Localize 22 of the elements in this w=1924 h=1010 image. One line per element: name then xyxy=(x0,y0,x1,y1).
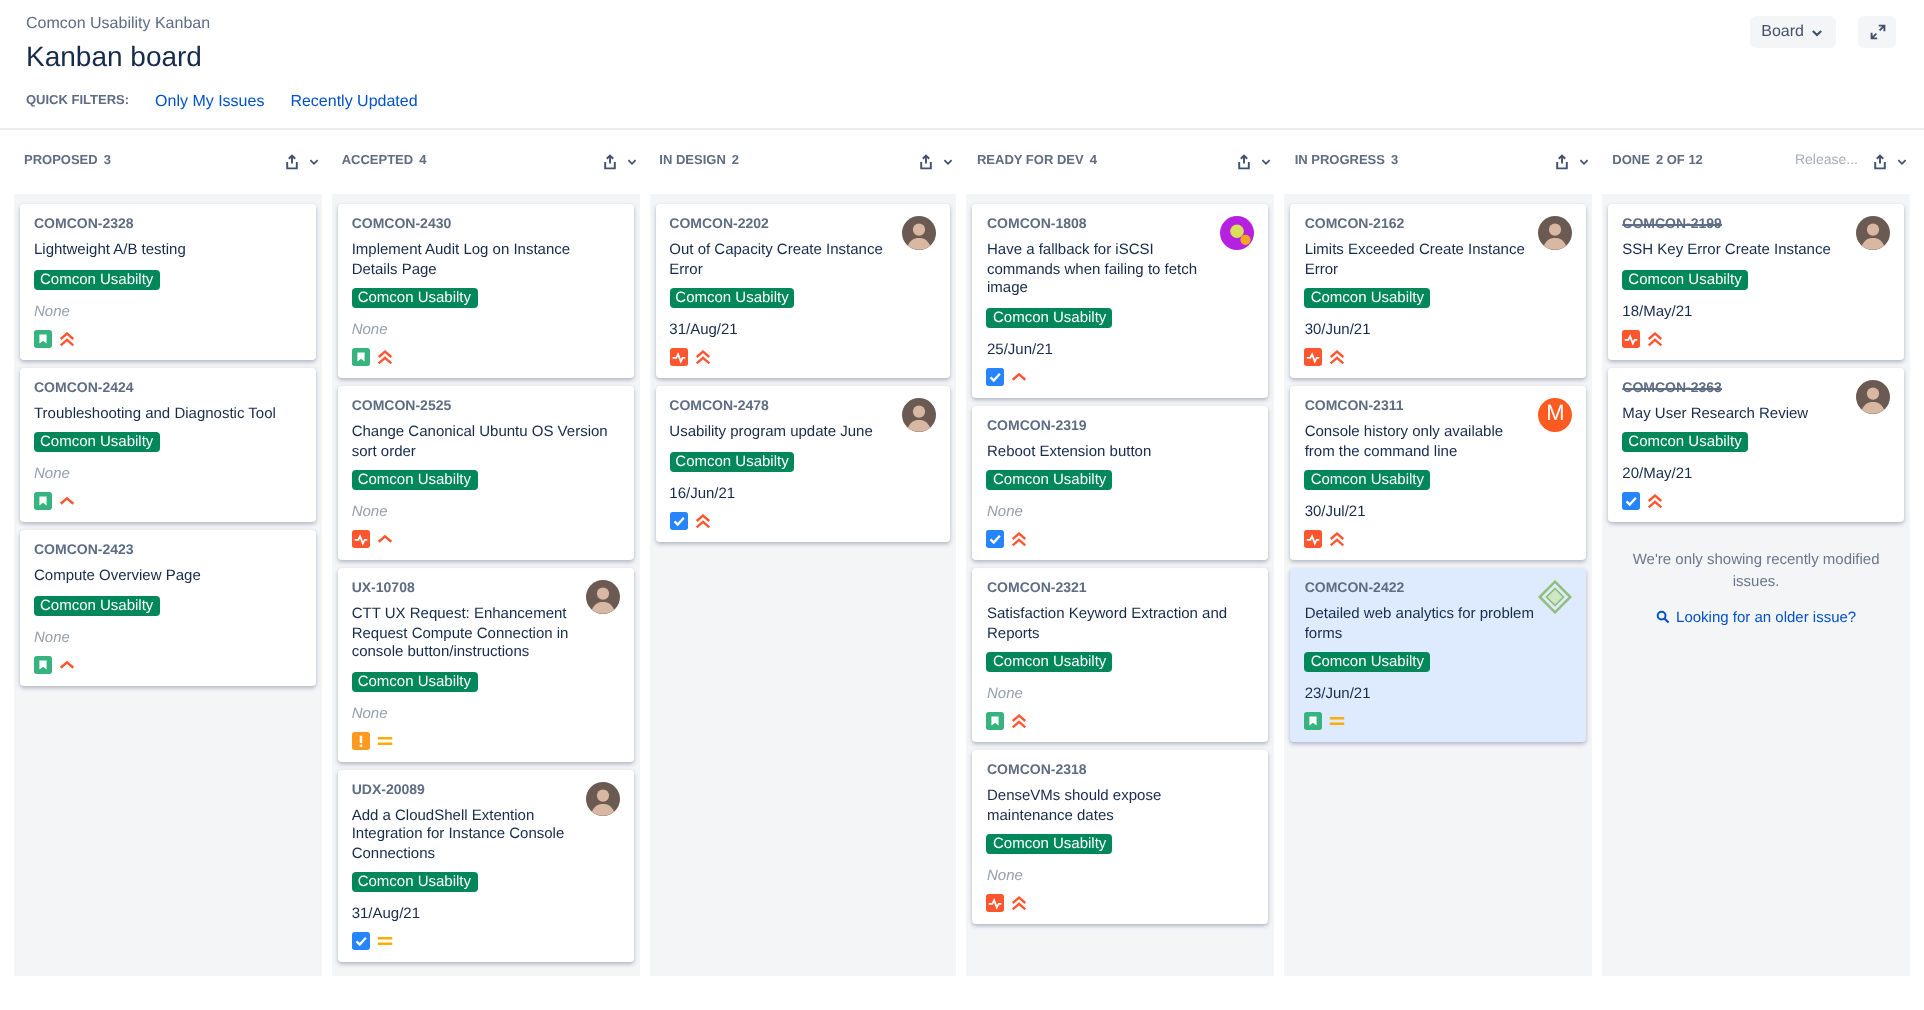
share-icon[interactable] xyxy=(601,154,618,170)
chevron-down-icon[interactable] xyxy=(942,156,955,168)
search-icon xyxy=(1656,610,1671,625)
share-icon[interactable] xyxy=(1871,154,1888,170)
share-icon[interactable] xyxy=(1236,154,1253,170)
fullscreen-button[interactable] xyxy=(1858,16,1896,48)
board-dropdown[interactable]: Board xyxy=(1749,16,1836,48)
avatar-letter: M xyxy=(1538,398,1573,432)
quick-filter-link[interactable]: Recently Updated xyxy=(290,90,418,114)
chevron-down-icon xyxy=(1810,25,1824,39)
quick-filter-link[interactable]: Only My Issues xyxy=(155,90,265,114)
share-icon[interactable] xyxy=(918,154,935,170)
breadcrumb[interactable]: Comcon Usability Kanban xyxy=(26,14,418,34)
chevron-down-icon[interactable] xyxy=(625,156,638,168)
share-icon[interactable] xyxy=(283,154,300,170)
chevron-down-icon[interactable] xyxy=(1578,156,1591,168)
expand-icon xyxy=(1869,24,1885,40)
chevron-down-icon[interactable] xyxy=(1260,156,1273,168)
chevron-down-icon[interactable] xyxy=(1895,156,1908,168)
chevron-down-icon[interactable] xyxy=(307,156,320,168)
share-icon[interactable] xyxy=(1554,154,1571,170)
page-title: Kanban board xyxy=(26,38,204,74)
